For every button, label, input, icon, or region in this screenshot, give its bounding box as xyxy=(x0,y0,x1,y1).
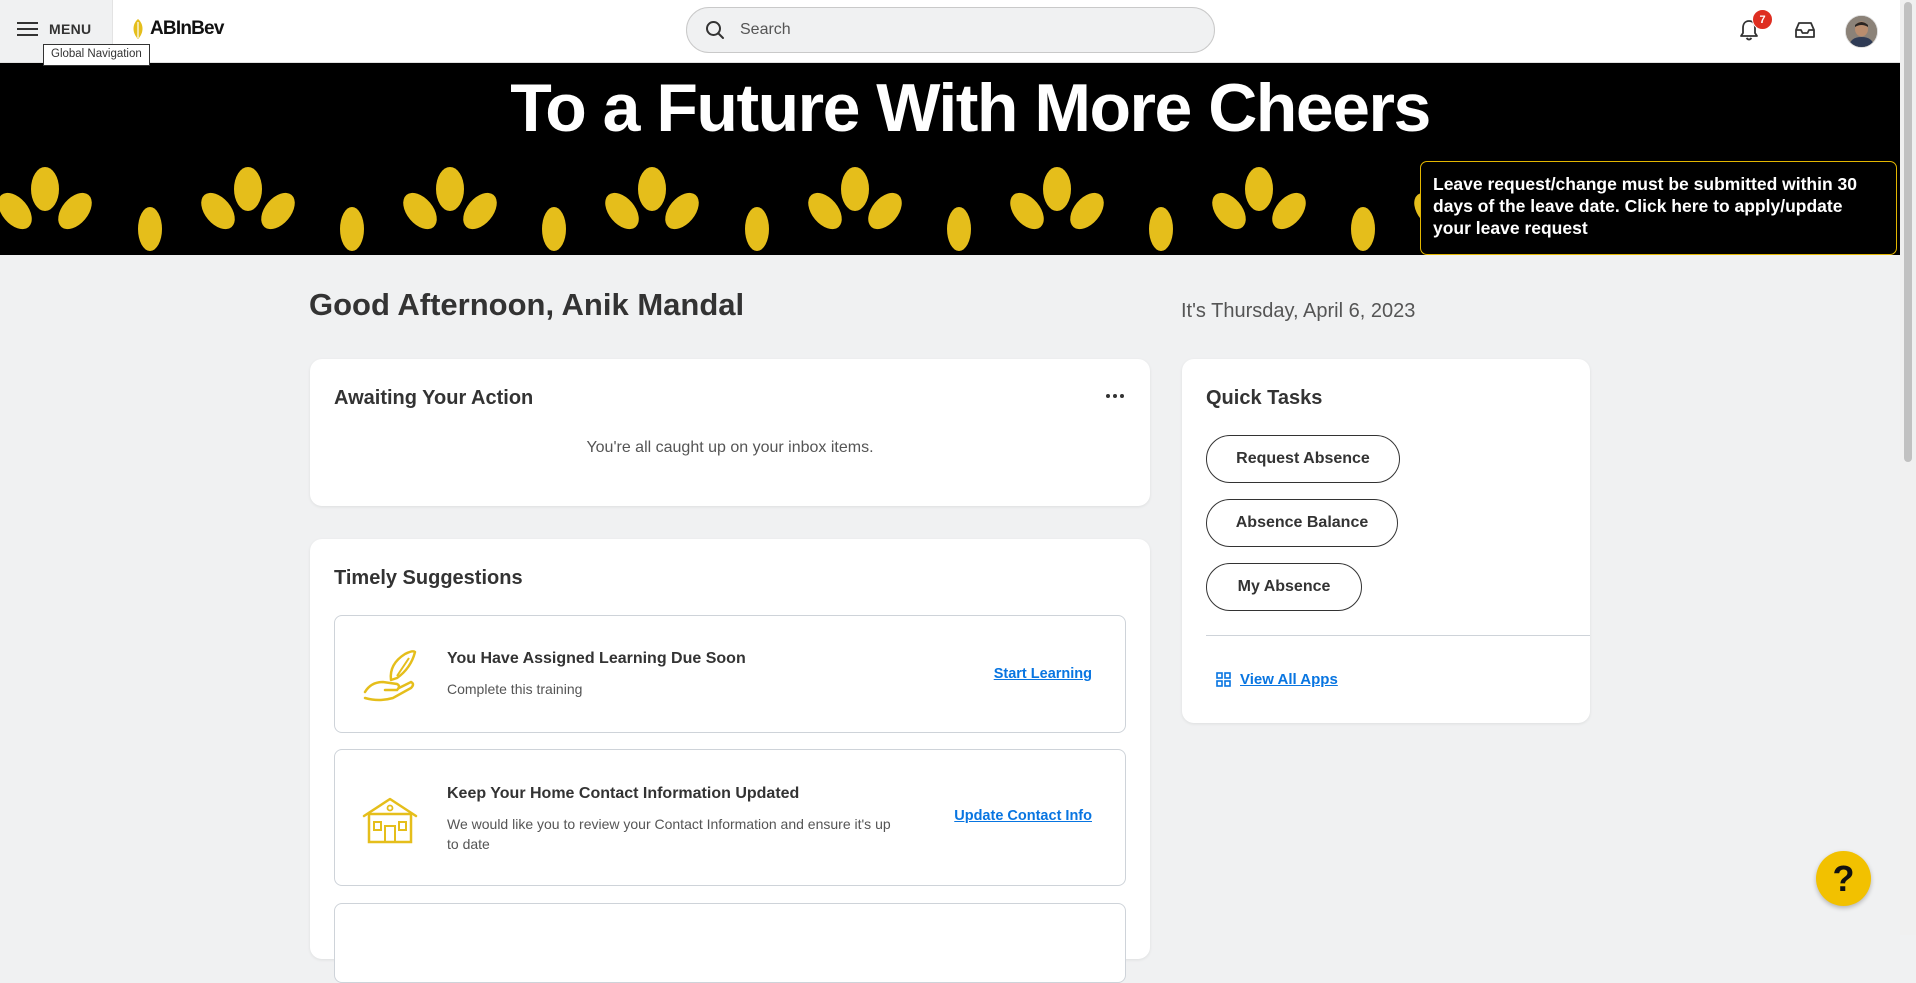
inbox-button[interactable] xyxy=(1790,15,1820,45)
start-learning-link[interactable]: Start Learning xyxy=(994,666,1092,682)
search-bar[interactable] xyxy=(686,7,1215,53)
logo-text: ABInBev xyxy=(150,18,224,39)
user-avatar[interactable] xyxy=(1845,15,1878,48)
awaiting-action-card: Awaiting Your Action You're all caught u… xyxy=(310,359,1150,506)
request-absence-button[interactable]: Request Absence xyxy=(1206,435,1400,483)
menu-label: MENU xyxy=(49,21,92,37)
timely-suggestions-title: Timely Suggestions xyxy=(334,567,523,589)
update-contact-info-link[interactable]: Update Contact Info xyxy=(954,808,1092,824)
suggestion-description: Complete this training xyxy=(447,681,583,697)
timely-suggestions-card: Timely Suggestions You Have Assigned Lea… xyxy=(310,539,1150,983)
help-button[interactable]: ? xyxy=(1816,851,1871,906)
suggestion-item-contact-info: Keep Your Home Contact Information Updat… xyxy=(334,749,1126,886)
view-all-apps-label: View All Apps xyxy=(1240,671,1338,688)
abinbev-logo[interactable]: ABInBev xyxy=(129,18,224,40)
hamburger-icon xyxy=(17,22,38,36)
inbox-icon xyxy=(1795,22,1815,38)
leave-request-notice[interactable]: Leave request/change must be submitted w… xyxy=(1420,161,1897,255)
ellipsis-icon xyxy=(1106,394,1110,398)
wheat-pattern-icon xyxy=(0,167,1420,251)
top-bar: MENU ABInBev 7 xyxy=(0,0,1900,63)
divider xyxy=(1206,635,1590,636)
banner-title: To a Future With More Cheers xyxy=(510,70,1431,146)
search-input[interactable] xyxy=(738,20,1182,40)
learning-hand-icon xyxy=(363,650,417,702)
inbox-empty-message: You're all caught up on your inbox items… xyxy=(586,439,874,456)
logo-leaf-icon xyxy=(133,19,143,39)
suggestion-title: You Have Assigned Learning Due Soon xyxy=(447,650,746,667)
my-absence-button[interactable]: My Absence xyxy=(1206,563,1362,611)
house-icon xyxy=(362,797,418,844)
scrollbar-thumb[interactable] xyxy=(1904,2,1912,462)
grid-icon xyxy=(1216,672,1231,687)
view-all-apps-link[interactable]: View All Apps xyxy=(1216,671,1338,688)
page-scrollbar[interactable] xyxy=(1900,0,1916,935)
awaiting-action-title: Awaiting Your Action xyxy=(334,387,534,409)
absence-balance-button[interactable]: Absence Balance xyxy=(1206,499,1398,547)
quick-tasks-card: Quick Tasks Request Absence Absence Bala… xyxy=(1182,359,1590,723)
suggestion-description: We would like you to review your Contact… xyxy=(447,816,891,852)
search-icon xyxy=(706,21,724,39)
suggestion-title: Keep Your Home Contact Information Updat… xyxy=(447,785,800,802)
more-options-button[interactable] xyxy=(1099,385,1131,407)
quick-tasks-title: Quick Tasks xyxy=(1206,387,1323,409)
avatar-photo-icon xyxy=(1846,16,1877,47)
notification-badge: 7 xyxy=(1752,9,1773,30)
suggestion-item-learning: You Have Assigned Learning Due Soon Comp… xyxy=(334,615,1126,733)
page-greeting: Good Afternoon, Anik Mandal xyxy=(309,287,745,322)
suggestion-item-partial xyxy=(334,903,1126,983)
menu-tooltip: Global Navigation xyxy=(43,44,150,66)
current-date: It's Thursday, April 6, 2023 xyxy=(1181,300,1416,322)
